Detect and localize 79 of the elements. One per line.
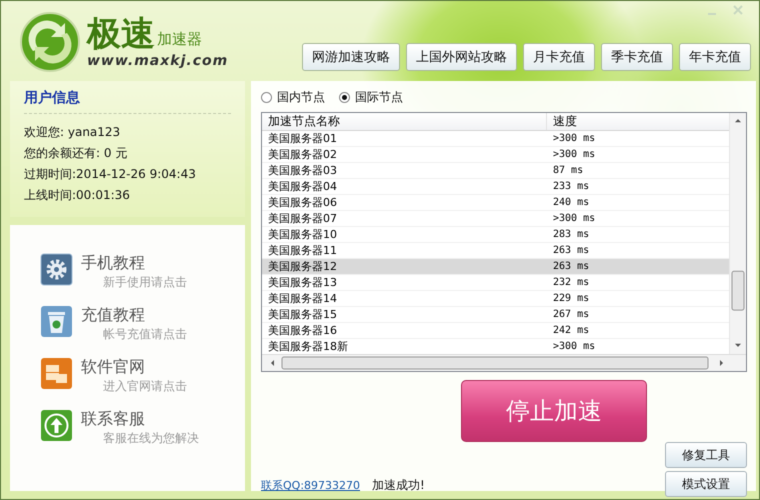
table-row[interactable]: 美国服务器12 263 ms bbox=[262, 259, 729, 275]
table-cell-text: 240 ms bbox=[552, 196, 590, 210]
horizontal-scrollbar[interactable] bbox=[262, 354, 746, 371]
top-button[interactable]: 年卡充值 bbox=[679, 43, 751, 71]
menu-title[interactable]: 手机教程 bbox=[81, 253, 187, 274]
blocks-icon bbox=[40, 357, 73, 390]
table-cell-text: 美国服务器11 bbox=[267, 243, 338, 258]
table-cell-text: 美国服务器12 bbox=[267, 259, 338, 274]
table-row[interactable]: 美国服务器15 267 ms bbox=[262, 307, 729, 323]
status-text: 加速成功! bbox=[372, 477, 425, 494]
user-info-line: 欢迎您: yana123 bbox=[24, 124, 122, 141]
table-row[interactable]: 美国服务器14 229 ms bbox=[262, 291, 729, 307]
logo-icon bbox=[19, 11, 81, 73]
table-cell-text: >300 ms bbox=[552, 212, 596, 226]
radio-button[interactable] bbox=[261, 92, 272, 103]
top-button[interactable]: 季卡充值 bbox=[601, 43, 673, 71]
user-info-title: 用户信息 bbox=[24, 89, 231, 114]
table-cell-text: 美国服务器02 bbox=[267, 147, 338, 162]
side-button[interactable]: 模式设置 bbox=[665, 471, 747, 497]
logo-subtitle: 加速器 bbox=[157, 30, 202, 50]
gear-icon bbox=[40, 253, 73, 286]
table-cell-text: >300 ms bbox=[552, 132, 596, 146]
table-cell-text: 美国服务器07 bbox=[267, 211, 338, 226]
logo-url: www.maxkj.com bbox=[87, 53, 228, 69]
table-cell-text: 美国服务器15 bbox=[267, 307, 338, 322]
top-button[interactable]: 月卡充值 bbox=[523, 43, 595, 71]
side-button[interactable]: 修复工具 bbox=[665, 442, 747, 468]
contact-link[interactable]: 联系QQ:89733270 bbox=[261, 478, 360, 493]
table-row[interactable]: 美国服务器10 283 ms bbox=[262, 227, 729, 243]
table-row[interactable]: 美国服务器06 240 ms bbox=[262, 195, 729, 211]
table-cell-text: 美国服务器14 bbox=[267, 291, 338, 306]
column-header[interactable]: 速度 bbox=[547, 113, 729, 130]
table-cell-text: 美国服务器04 bbox=[267, 179, 338, 194]
table-row[interactable]: 美国服务器02 >300 ms bbox=[262, 147, 729, 163]
table-cell-text: 263 ms bbox=[552, 260, 590, 274]
table-cell-text: 229 ms bbox=[552, 292, 590, 306]
table-cell-text: 87 ms bbox=[552, 164, 584, 178]
recycle-bin-icon bbox=[40, 305, 73, 338]
radio-button[interactable] bbox=[339, 92, 350, 103]
menu-subtitle: 进入官网请点击 bbox=[102, 378, 187, 395]
top-button[interactable]: 网游加速攻略 bbox=[302, 43, 400, 71]
menu-title[interactable]: 软件官网 bbox=[81, 357, 187, 378]
table-row[interactable]: 美国服务器03 87 ms bbox=[262, 163, 729, 179]
table-row[interactable]: 美国服务器13 232 ms bbox=[262, 275, 729, 291]
table-cell-text: 美国服务器01 bbox=[267, 131, 338, 146]
table-cell-text: 美国服务器10 bbox=[267, 227, 338, 242]
table-cell-text: >300 ms bbox=[552, 148, 596, 162]
table-cell-text: 美国服务器06 bbox=[267, 195, 338, 210]
table-cell-text: 232 ms bbox=[552, 276, 590, 290]
menu-subtitle: 客服在线为您解决 bbox=[102, 430, 199, 447]
table-row[interactable]: 美国服务器16 242 ms bbox=[262, 323, 729, 339]
table-cell-text: 美国服务器13 bbox=[267, 275, 338, 290]
menu-title[interactable]: 充值教程 bbox=[81, 305, 187, 326]
radio-label[interactable]: 国际节点 bbox=[355, 89, 403, 106]
table-row[interactable]: 美国服务器01 >300 ms bbox=[262, 131, 729, 147]
table-cell-text: 美国服务器16 bbox=[267, 323, 338, 338]
table-cell-text: 242 ms bbox=[552, 324, 590, 338]
table-row[interactable]: 美国服务器04 233 ms bbox=[262, 179, 729, 195]
user-info-line: 过期时间:2014-12-26 9:04:43 bbox=[24, 166, 197, 183]
logo-title: 极速 bbox=[87, 15, 155, 53]
table-cell-text: 美国服务器18新 bbox=[267, 339, 349, 354]
table-cell-text: 267 ms bbox=[552, 308, 590, 322]
column-header[interactable]: 加速节点名称 bbox=[262, 113, 547, 130]
vertical-scrollbar[interactable] bbox=[729, 113, 746, 354]
menu-subtitle: 新手使用请点击 bbox=[102, 274, 187, 291]
top-button[interactable]: 上国外网站攻略 bbox=[406, 43, 517, 71]
table-cell-text: 283 ms bbox=[552, 228, 590, 242]
upload-icon bbox=[40, 409, 73, 442]
stop-button[interactable]: 停止加速 bbox=[461, 380, 647, 442]
user-info-line: 上线时间:00:01:36 bbox=[24, 187, 131, 204]
radio-label[interactable]: 国内节点 bbox=[277, 89, 325, 106]
user-info-line: 您的余额还有: 0 元 bbox=[24, 145, 128, 162]
table-cell-text: 233 ms bbox=[552, 180, 590, 194]
table-cell-text: >300 ms bbox=[552, 340, 596, 354]
menu-title[interactable]: 联系客服 bbox=[81, 409, 199, 430]
table-row[interactable]: 美国服务器07 >300 ms bbox=[262, 211, 729, 227]
menu-subtitle: 帐号充值请点击 bbox=[102, 326, 187, 343]
table-cell-text: 263 ms bbox=[552, 244, 590, 258]
table-cell-text: 美国服务器03 bbox=[267, 163, 338, 178]
